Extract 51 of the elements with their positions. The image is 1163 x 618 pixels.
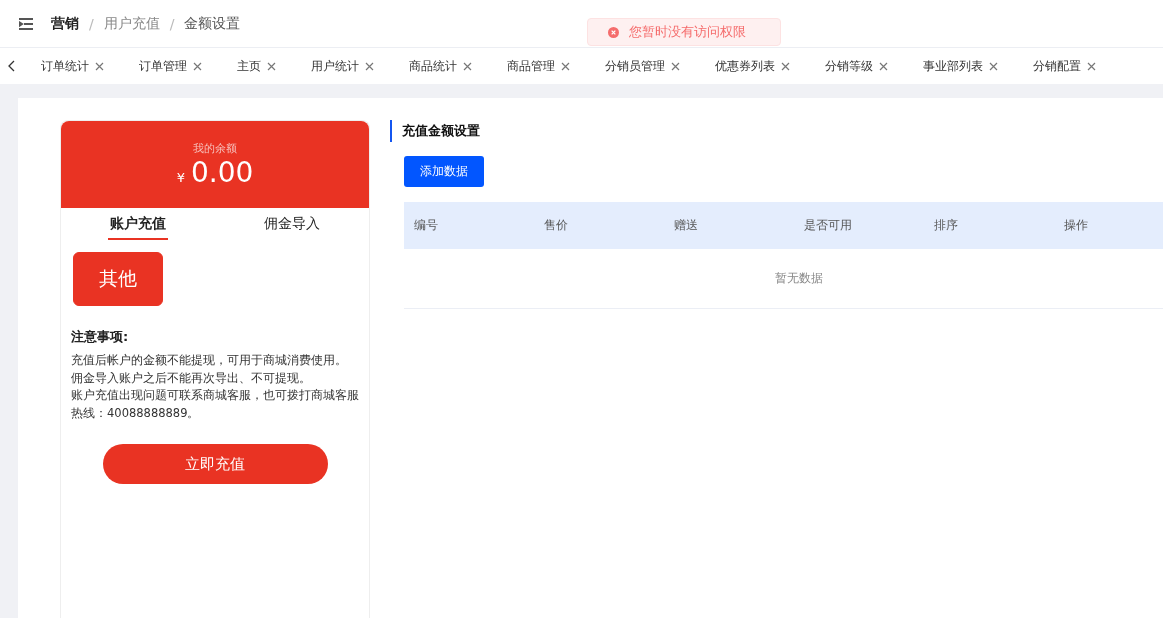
column-header: 售价: [544, 217, 569, 234]
column-header: 排序: [934, 217, 959, 234]
close-icon[interactable]: [193, 61, 202, 71]
close-icon[interactable]: [365, 61, 374, 71]
close-icon[interactable]: [879, 61, 888, 71]
breadcrumb-item[interactable]: 营销: [51, 14, 79, 33]
balance-amount: 0.00: [190, 155, 254, 189]
notice-title: 注意事项:: [70, 328, 130, 346]
page-tab[interactable]: 主页: [237, 57, 276, 75]
empty-table-text: 暂无数据: [775, 270, 823, 287]
currency-symbol: ¥: [176, 169, 185, 185]
close-icon[interactable]: [781, 61, 790, 71]
recharge-button[interactable]: 立即充值: [102, 444, 328, 484]
page-tab[interactable]: 分销等级: [825, 57, 888, 75]
column-header: 赠送: [674, 217, 699, 234]
page-tab[interactable]: 订单管理: [139, 57, 202, 75]
balance-label: 我的余额: [193, 140, 237, 156]
breadcrumb-separator: /: [169, 15, 175, 32]
breadcrumb-item[interactable]: 用户充值: [103, 14, 160, 33]
page-tab[interactable]: 订单统计: [41, 57, 104, 75]
page-tab[interactable]: 商品管理: [507, 57, 570, 75]
page-tab[interactable]: 分销配置: [1033, 57, 1096, 75]
page-tab[interactable]: 商品统计: [409, 57, 472, 75]
close-icon[interactable]: [463, 61, 472, 71]
chevron-left-icon[interactable]: [8, 60, 15, 72]
column-header: 操作: [1064, 217, 1089, 234]
notice-text: 充值后帐户的金额不能提现，可用于商城消费使用。: [71, 352, 348, 369]
notice-text: 佣金导入账户之后不能再次导出、不可提现。: [71, 369, 312, 387]
close-icon[interactable]: [671, 61, 680, 71]
close-icon[interactable]: [989, 61, 998, 71]
page-tab[interactable]: 优惠券列表: [715, 57, 790, 75]
breadcrumb-separator: /: [89, 15, 94, 32]
wallet-tab[interactable]: 账户充值: [108, 208, 168, 240]
amount-option[interactable]: 其他: [73, 252, 163, 306]
close-icon[interactable]: [95, 61, 104, 71]
close-icon[interactable]: [561, 61, 570, 71]
page-tab[interactable]: 事业部列表: [923, 57, 998, 75]
close-icon[interactable]: [267, 61, 276, 71]
add-data-button[interactable]: 添加数据: [404, 156, 484, 187]
column-header: 编号: [414, 217, 439, 234]
menu-icon[interactable]: [19, 17, 33, 30]
page-tab[interactable]: 分销员管理: [605, 57, 680, 75]
error-icon: [608, 26, 619, 38]
section-title: 充值金额设置: [390, 120, 1163, 142]
page-tab[interactable]: 用户统计: [311, 57, 374, 75]
breadcrumb-item: 金额设置: [184, 14, 241, 33]
notice-text: 账户充值出现问题可联系商城客服，也可拨打商城客服热线：40088888889。: [71, 387, 360, 422]
close-icon[interactable]: [1087, 61, 1096, 71]
column-header: 是否可用: [804, 217, 853, 234]
toast-message: 您暂时没有访问权限: [629, 23, 746, 41]
wallet-tab[interactable]: 佣金导入: [262, 208, 322, 240]
